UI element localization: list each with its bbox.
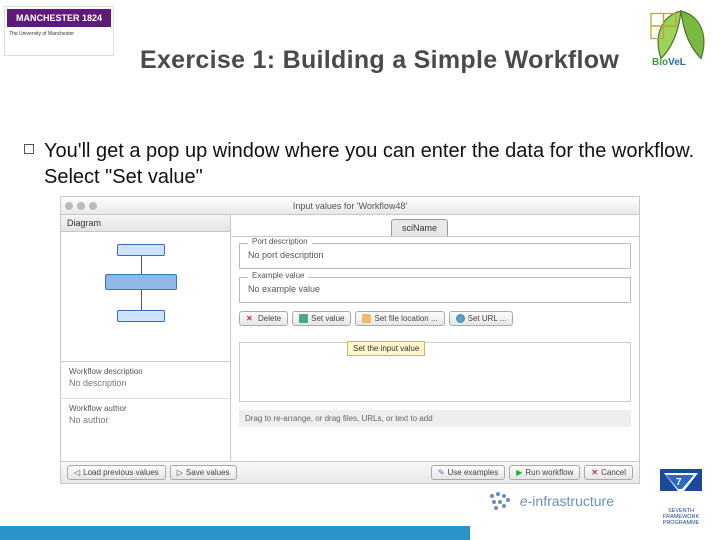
value-toolbar: ✕ Delete Set value Set file location ...… bbox=[239, 311, 631, 326]
cancel-icon: ✕ bbox=[591, 468, 598, 477]
dialog-footer: ◁ Load previous values ▷ Save values ✎ U… bbox=[61, 461, 639, 483]
workflow-diagram bbox=[61, 232, 230, 362]
delete-button-label: Delete bbox=[258, 314, 281, 323]
description-label: Workflow description bbox=[69, 367, 222, 376]
biovel-text: BioVeL bbox=[652, 57, 686, 68]
author-value: No author bbox=[69, 415, 222, 425]
arrow-right-icon: ▷ bbox=[177, 468, 183, 477]
fp7-flag-icon: 7 bbox=[660, 469, 702, 501]
set-file-button-label: Set file location ... bbox=[374, 314, 437, 323]
dots-icon bbox=[486, 490, 514, 512]
manchester-logo: MANCHESTER 1824 The University of Manche… bbox=[4, 6, 114, 56]
workflow-description-section: Workflow description No description bbox=[61, 362, 230, 399]
use-examples-label: Use examples bbox=[448, 468, 499, 477]
save-values-button[interactable]: ▷ Save values bbox=[170, 465, 237, 480]
tooltip: Set the input value bbox=[347, 341, 425, 356]
example-value-group: Example value No example value bbox=[239, 277, 631, 303]
port-description-value: No port description bbox=[248, 250, 324, 260]
fp7-logo: 7 SEVENTH FRAMEWORK PROGRAMME bbox=[650, 469, 712, 526]
workflow-author-section: Workflow author No author bbox=[61, 399, 230, 435]
fp7-line1: SEVENTH FRAMEWORK bbox=[650, 508, 712, 520]
fp7-line2: PROGRAMME bbox=[650, 520, 712, 526]
svg-text:7: 7 bbox=[676, 477, 682, 488]
arrow-left-icon: ◁ bbox=[74, 468, 80, 477]
einfrastructure-logo: e-infrastructure bbox=[486, 490, 614, 512]
biovel-bio: Bio bbox=[652, 57, 668, 68]
manchester-badge: MANCHESTER 1824 bbox=[7, 9, 111, 27]
diagram-connector bbox=[141, 290, 142, 310]
slide: MANCHESTER 1824 The University of Manche… bbox=[0, 0, 720, 540]
diagram-output-port bbox=[117, 310, 165, 322]
dialog-titlebar: Input values for 'Workflow48' bbox=[61, 197, 639, 215]
set-file-button[interactable]: Set file location ... bbox=[355, 311, 444, 326]
dialog-screenshot: Input values for 'Workflow48' Diagram Wo… bbox=[60, 196, 640, 484]
save-values-label: Save values bbox=[186, 468, 230, 477]
run-workflow-label: Run workflow bbox=[525, 468, 573, 477]
value-list-area[interactable] bbox=[239, 342, 631, 402]
slide-title: Exercise 1: Building a Simple Workflow bbox=[140, 46, 619, 75]
port-description-label: Port description bbox=[248, 237, 312, 246]
einfrastructure-text: e-infrastructure bbox=[520, 493, 614, 509]
folder-icon bbox=[362, 314, 371, 323]
biovel-vel: VeL bbox=[668, 57, 686, 68]
drag-hint: Drag to re-arrange, or drag files, URLs,… bbox=[239, 410, 631, 427]
example-value-label: Example value bbox=[248, 271, 308, 280]
globe-icon bbox=[456, 314, 465, 323]
cancel-button[interactable]: ✕ Cancel bbox=[584, 465, 633, 480]
play-icon: ▶ bbox=[516, 468, 522, 477]
dialog-body: Diagram Workflow description No descript… bbox=[61, 215, 639, 461]
left-pane: Diagram Workflow description No descript… bbox=[61, 215, 231, 461]
slide-bottom-bar bbox=[0, 526, 470, 540]
diagram-input-port bbox=[117, 244, 165, 256]
mac-zoom-icon bbox=[89, 202, 97, 210]
delete-icon: ✕ bbox=[246, 314, 255, 323]
mac-close-icon bbox=[65, 202, 73, 210]
biovel-logo: BioVeL bbox=[646, 2, 716, 70]
description-value: No description bbox=[69, 378, 222, 388]
port-description-group: Port description No port description bbox=[239, 243, 631, 269]
bullet-text: You'll get a pop up window where you can… bbox=[44, 138, 696, 190]
load-previous-button[interactable]: ◁ Load previous values bbox=[67, 465, 166, 480]
use-examples-button[interactable]: ✎ Use examples bbox=[431, 465, 505, 480]
set-url-button[interactable]: Set URL ... bbox=[449, 311, 514, 326]
diagram-processor bbox=[105, 274, 177, 290]
bullet-row: You'll get a pop up window where you can… bbox=[24, 138, 696, 190]
set-value-button[interactable]: Set value bbox=[292, 311, 351, 326]
einfra-suffix: -infrastructure bbox=[528, 493, 614, 509]
right-pane: sciName Port description No port descrip… bbox=[231, 215, 639, 461]
input-tabs: sciName bbox=[231, 215, 639, 237]
set-url-button-label: Set URL ... bbox=[468, 314, 507, 323]
mac-min-icon bbox=[77, 202, 85, 210]
author-label: Workflow author bbox=[69, 404, 222, 413]
delete-button[interactable]: ✕ Delete bbox=[239, 311, 288, 326]
diagram-connector bbox=[141, 256, 142, 274]
load-previous-label: Load previous values bbox=[83, 468, 159, 477]
document-icon bbox=[299, 314, 308, 323]
set-value-button-label: Set value bbox=[311, 314, 344, 323]
cancel-label: Cancel bbox=[601, 468, 626, 477]
example-value-text: No example value bbox=[248, 284, 320, 294]
bullet-icon bbox=[24, 144, 34, 154]
wand-icon: ✎ bbox=[438, 468, 445, 477]
manchester-subtitle: The University of Manchester bbox=[5, 29, 113, 39]
run-workflow-button[interactable]: ▶ Run workflow bbox=[509, 465, 580, 480]
dialog-title: Input values for 'Workflow48' bbox=[293, 201, 407, 211]
tab-sciname[interactable]: sciName bbox=[391, 219, 448, 236]
diagram-header: Diagram bbox=[61, 215, 230, 232]
